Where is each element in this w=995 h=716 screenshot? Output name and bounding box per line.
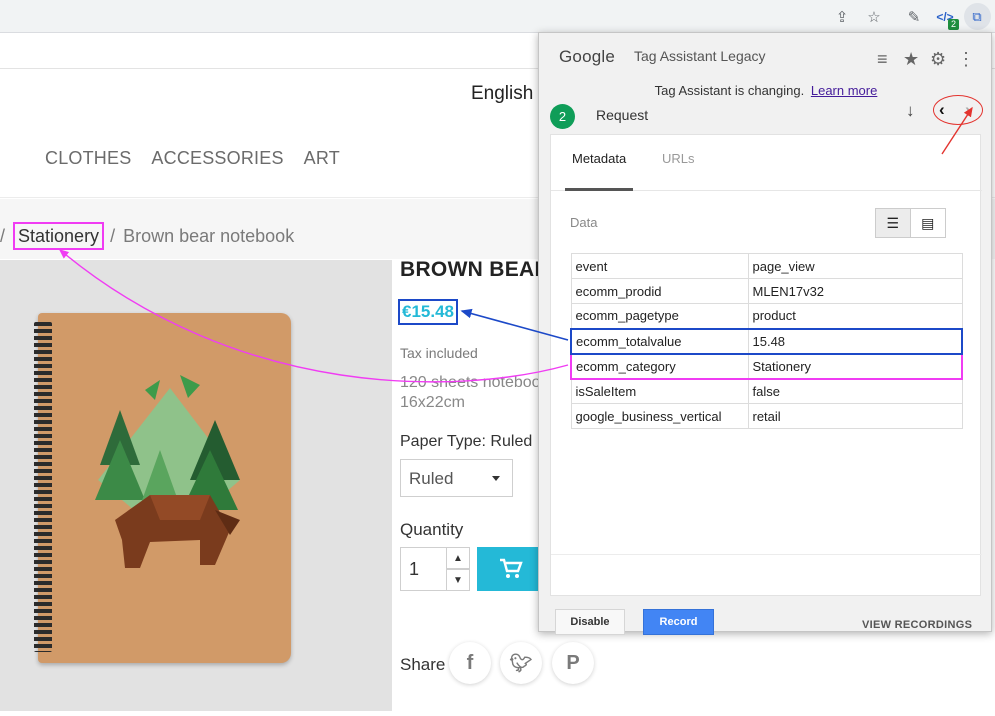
divider [551,554,982,555]
facebook-icon[interactable]: f [449,642,491,684]
request-count-badge: 2 [550,104,575,129]
nav-item-accessories[interactable]: ACCESSORIES [151,148,283,169]
extension-badge: 2 [948,19,960,30]
row-value: page_view [747,253,963,279]
share-label: Share [400,655,446,674]
request-panel: Metadata URLs Data ☰ ▤ event page_view e… [550,134,982,596]
breadcrumb-current: Brown bear notebook [123,225,295,246]
product-description-2: 16x22cm [400,394,465,411]
tag-assistant-popup: Google Tag Assistant Legacy ≡ ★ ⚙ ⋮ Tag … [538,32,993,635]
row-key: isSaleItem [570,378,749,404]
browser-toolbar: ⇪ ☆ ✎ </> 2 ⧉ [0,0,995,33]
row-key: ecomm_totalvalue [570,327,749,355]
quantity-increase-button[interactable]: ▲ [446,547,470,569]
row-value: retail [747,403,963,429]
table-row: ecomm_prodid MLEN17v32 [570,278,963,304]
nav-item-art[interactable]: ART [304,148,340,169]
breadcrumb: / Stationery / Brown bear notebook [0,222,294,250]
chevron-right-icon[interactable]: › [965,100,971,120]
table-row: isSaleItem false [570,378,963,404]
star-icon[interactable]: ★ [903,49,919,70]
google-logo: Google [559,47,616,66]
row-value: false [747,378,963,404]
product-title: BROWN BEAR [400,258,550,281]
view-toggle: ☰ ▤ [875,208,946,238]
paper-type-value: Ruled [409,469,454,488]
product-price: €15.48 [398,299,458,325]
row-key: ecomm_category [570,352,749,380]
paper-type-label: Paper Type: Ruled [400,433,533,450]
tag-inspector-icon[interactable]: ⧉ [967,7,987,27]
notice: Tag Assistant is changing. Learn more [539,83,993,98]
breadcrumb-separator: / [110,225,116,246]
active-tab-indicator [565,188,633,191]
arrow-down-icon[interactable]: ↓ [906,101,915,121]
view-recordings-link[interactable]: VIEW RECORDINGS [862,619,972,631]
gear-icon[interactable]: ⚙ [930,49,946,70]
row-value: 15.48 [747,327,963,355]
table-row-highlighted: ecomm_totalvalue 15.48 [570,327,963,355]
data-table: event page_view ecomm_prodid MLEN17v32 e… [570,253,963,429]
breadcrumb-separator: / [0,225,6,246]
filter-icon[interactable]: ≡ [877,49,888,70]
table-row-highlighted: ecomm_category Stationery [570,352,963,380]
twitter-icon[interactable]: 🐦︎ [500,642,542,684]
notice-text: Tag Assistant is changing. [654,83,805,98]
record-button[interactable]: Record [643,609,714,635]
main-nav: CLOTHES ACCESSORIES ART [45,148,340,169]
popup-title: Tag Assistant Legacy [634,48,766,64]
language-selector[interactable]: English [471,83,533,105]
breadcrumb-category[interactable]: Stationery [13,222,105,250]
row-value: product [747,303,963,329]
table-row: ecomm_pagetype product [570,303,963,329]
tax-note: Tax included [400,345,478,361]
table-view-icon[interactable]: ▤ [911,209,946,237]
cart-icon [500,558,523,578]
product-description: 120 sheets notebook [400,374,549,391]
chevron-left-icon[interactable]: ‹ [939,100,945,120]
notebook-spiral [34,322,52,652]
quantity-input[interactable]: 1 [400,547,447,591]
tab-urls[interactable]: URLs [662,151,695,166]
row-value: Stationery [747,352,963,380]
star-icon[interactable]: ☆ [864,7,884,27]
disable-button[interactable]: Disable [555,609,625,635]
row-key: ecomm_pagetype [570,303,749,329]
tab-bar: Metadata URLs [551,135,982,191]
learn-more-link[interactable]: Learn more [811,83,877,98]
row-key: google_business_vertical [570,403,749,429]
table-row: event page_view [570,253,963,279]
quantity-label: Quantity [400,520,464,539]
row-value: MLEN17v32 [747,278,963,304]
paper-type-select[interactable]: Ruled [400,459,513,497]
request-label: Request [596,107,649,123]
bear-illustration [95,375,240,568]
tab-metadata[interactable]: Metadata [572,151,626,166]
table-row: google_business_vertical retail [570,403,963,429]
add-to-cart-button[interactable] [477,547,547,591]
chevron-down-icon [492,476,500,481]
data-label: Data [570,215,598,230]
pinterest-icon[interactable]: P [552,642,594,684]
row-key: event [570,253,749,279]
extension-icon[interactable]: ✎ [904,7,924,27]
list-view-icon[interactable]: ☰ [876,209,911,237]
nav-item-clothes[interactable]: CLOTHES [45,148,131,169]
more-icon[interactable]: ⋮ [957,49,975,70]
quantity-decrease-button[interactable]: ▼ [446,569,470,591]
row-key: ecomm_prodid [570,278,749,304]
share-icon[interactable]: ⇪ [832,7,852,27]
